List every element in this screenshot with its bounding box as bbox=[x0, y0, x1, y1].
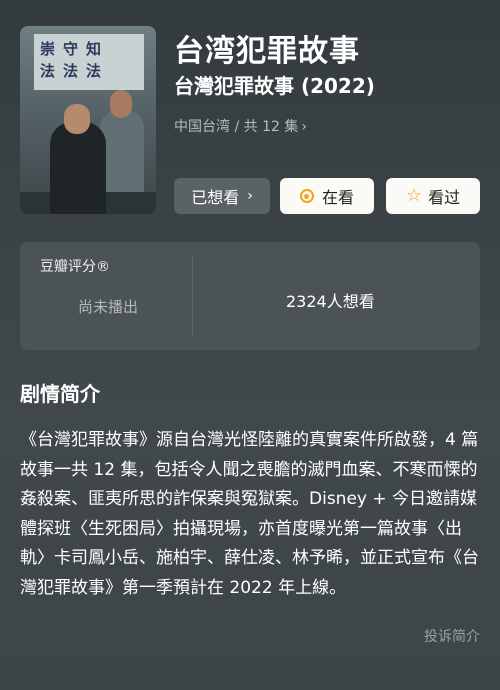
circle-dot-icon bbox=[299, 189, 314, 203]
want-count: 2324人想看 bbox=[286, 292, 375, 311]
watched-button[interactable]: ☆ 看过 bbox=[386, 178, 480, 214]
poster-image[interactable]: 崇守知 法法法 bbox=[20, 26, 156, 214]
rating-card[interactable]: 豆瓣评分® 尚未播出 2324人想看 bbox=[20, 242, 480, 350]
chevron-right-icon: › bbox=[247, 188, 253, 204]
page-title: 台湾犯罪故事 bbox=[174, 34, 360, 69]
poster-head-standing bbox=[110, 90, 132, 118]
watching-label: 在看 bbox=[321, 188, 354, 207]
rating-source-label: 豆瓣评分® bbox=[40, 259, 110, 275]
want-to-watch-button[interactable]: 已想看 › bbox=[174, 178, 270, 214]
watched-label: 看过 bbox=[428, 188, 461, 207]
poster-figure-seated bbox=[50, 122, 106, 214]
report-synopsis-link[interactable]: 投诉简介 bbox=[424, 626, 480, 646]
meta-info-text: 中国台湾 / 共 12 集 bbox=[174, 119, 299, 135]
rating-status: 尚未播出 bbox=[78, 298, 139, 316]
meta-info-link[interactable]: 中国台湾 / 共 12 集 › bbox=[174, 116, 307, 136]
star-icon: ☆ bbox=[405, 185, 423, 206]
synopsis-heading: 剧情简介 bbox=[20, 382, 100, 406]
poster-figure-standing bbox=[100, 110, 144, 192]
chevron-right-icon: › bbox=[301, 119, 307, 135]
synopsis-text: 《台灣犯罪故事》源自台灣光怪陸離的真實案件所啟發，4 篇故事一共 12 集，包括… bbox=[20, 430, 479, 598]
rating-divider bbox=[192, 256, 193, 336]
original-title: 台灣犯罪故事 (2022) bbox=[174, 74, 375, 98]
want-to-watch-label: 已想看 bbox=[191, 188, 240, 207]
poster-sign: 崇守知 法法法 bbox=[34, 34, 144, 90]
poster-head-seated bbox=[64, 104, 90, 134]
watching-button[interactable]: 在看 bbox=[280, 178, 374, 214]
